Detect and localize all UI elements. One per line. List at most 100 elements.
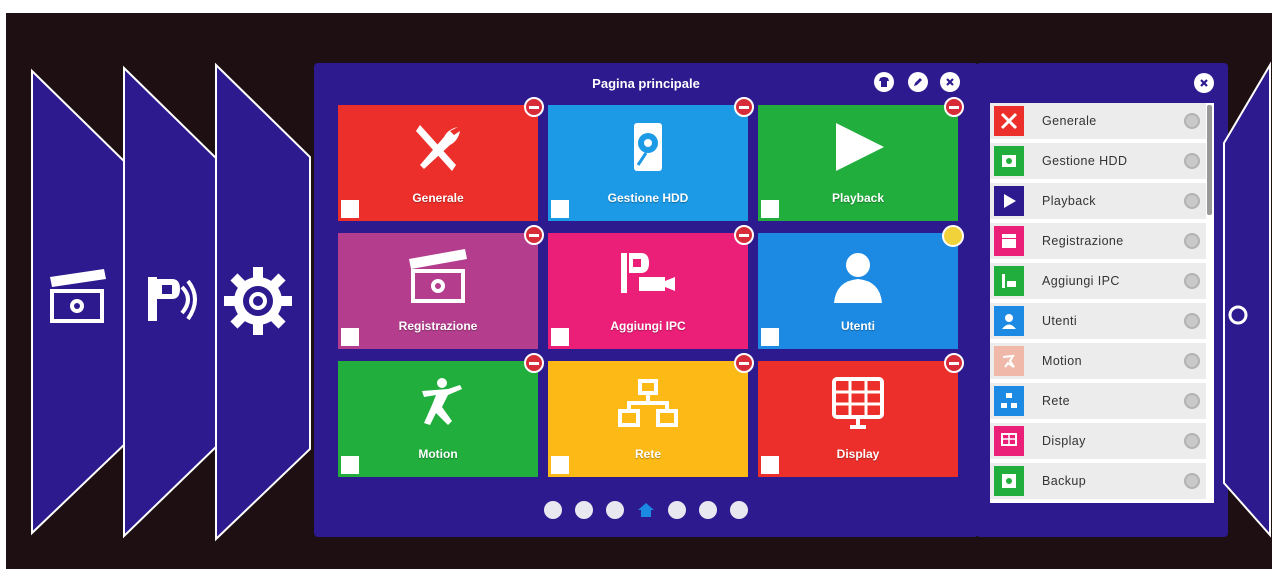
settings-gear-icon[interactable]	[1184, 113, 1200, 129]
hdd-icon	[994, 146, 1024, 176]
remove-tile-button[interactable]	[944, 353, 964, 373]
tile-rete[interactable]: Rete	[548, 353, 754, 477]
list-item-label: Gestione HDD	[1042, 154, 1128, 168]
play-icon	[836, 123, 884, 171]
settings-gear-icon[interactable]	[1184, 313, 1200, 329]
settings-gear-icon[interactable]	[1184, 233, 1200, 249]
page-indicator	[314, 501, 978, 519]
shortcut-icon[interactable]	[761, 200, 779, 218]
tile-gestione-hdd[interactable]: Gestione HDD	[548, 97, 754, 221]
list-item-label: Aggiungi IPC	[1042, 274, 1120, 288]
list-item[interactable]: Backup	[990, 463, 1206, 501]
page-dot[interactable]	[606, 501, 624, 519]
page-dot[interactable]	[730, 501, 748, 519]
list-item-label: Motion	[1042, 354, 1082, 368]
list-item-label: Utenti	[1042, 314, 1078, 328]
tile-label: Rete	[634, 447, 661, 461]
shortcut-icon[interactable]	[341, 328, 359, 346]
settings-gear-icon[interactable]	[1184, 353, 1200, 369]
pencil-icon	[914, 78, 922, 86]
tile-label: Motion	[418, 447, 458, 461]
remove-tile-button[interactable]	[734, 225, 754, 245]
tile-label: Aggiungi IPC	[610, 319, 686, 333]
zoom-icon[interactable]	[942, 225, 964, 247]
page-dot[interactable]	[544, 501, 562, 519]
settings-gear-icon[interactable]	[1184, 273, 1200, 289]
tile-aggiungi-ipc[interactable]: Aggiungi IPC	[548, 225, 754, 349]
remove-tile-button[interactable]	[524, 353, 544, 373]
remove-tile-button[interactable]	[524, 225, 544, 245]
shortcut-icon[interactable]	[761, 456, 779, 474]
list-item[interactable]: Playback	[990, 183, 1206, 221]
list-scrollbar[interactable]	[1207, 105, 1212, 215]
right-edge-panel	[1222, 13, 1272, 569]
list-item[interactable]: Registrazione	[990, 223, 1206, 261]
shortcut-icon[interactable]	[551, 328, 569, 346]
shortcut-icon[interactable]	[761, 328, 779, 346]
shortcut-icon[interactable]	[341, 456, 359, 474]
close-icon	[1200, 79, 1208, 87]
right-edge-graphic	[1223, 61, 1271, 538]
ipc-camera-icon	[621, 253, 675, 293]
settings-gear-icon[interactable]	[1184, 433, 1200, 449]
tools-icon	[416, 125, 460, 171]
settings-gear-icon[interactable]	[1184, 393, 1200, 409]
list-item-label: Registrazione	[1042, 234, 1124, 248]
edit-button[interactable]	[908, 72, 928, 92]
shirt-icon	[879, 77, 889, 87]
tile-playback[interactable]: Playback	[758, 97, 964, 221]
tile-label: Utenti	[841, 319, 875, 333]
shortcut-icon[interactable]	[551, 456, 569, 474]
home-page-icon[interactable]	[637, 501, 655, 519]
play-icon	[994, 186, 1024, 216]
running-man-icon	[994, 346, 1024, 376]
list-item[interactable]: Display	[990, 423, 1206, 461]
tile-utenti[interactable]: Utenti	[758, 225, 964, 349]
remove-tile-button[interactable]	[524, 97, 544, 117]
tile-label: Registrazione	[398, 319, 478, 333]
tile-motion[interactable]: Motion	[338, 353, 544, 477]
settings-gear-icon[interactable]	[1184, 473, 1200, 489]
tile-label: Playback	[831, 191, 885, 205]
list-item[interactable]: Gestione HDD	[990, 143, 1206, 181]
main-menu-window: Pagina principale Generale Gestione HDD	[314, 63, 978, 537]
page-dot[interactable]	[699, 501, 717, 519]
list-close-button[interactable]	[1194, 73, 1214, 93]
close-button[interactable]	[940, 72, 960, 92]
display-grid-icon	[832, 377, 884, 429]
list-item[interactable]: Motion	[990, 343, 1206, 381]
side-panels	[6, 13, 326, 569]
page-dot[interactable]	[575, 501, 593, 519]
page-dot[interactable]	[668, 501, 686, 519]
running-man-icon	[422, 378, 462, 425]
clapper-icon	[994, 226, 1024, 256]
tools-icon	[994, 106, 1024, 136]
list-item[interactable]: Generale	[990, 103, 1206, 141]
tile-registrazione[interactable]: Registrazione	[338, 225, 544, 349]
tile-display[interactable]: Display	[758, 353, 964, 477]
list-item[interactable]: Rete	[990, 383, 1206, 421]
close-icon	[946, 78, 954, 86]
remove-tile-button[interactable]	[944, 97, 964, 117]
user-icon	[834, 253, 882, 303]
shortcut-icon[interactable]	[551, 200, 569, 218]
dvr-screen: Pagina principale Generale Gestione HDD	[6, 13, 1272, 569]
skin-button[interactable]	[874, 72, 894, 92]
shortcut-icon[interactable]	[341, 200, 359, 218]
network-icon	[618, 379, 678, 427]
tile-label: Generale	[412, 191, 464, 205]
tile-label: Gestione HDD	[607, 191, 689, 205]
display-grid-icon	[994, 426, 1024, 456]
settings-gear-icon[interactable]	[1184, 193, 1200, 209]
shortcut-list-window: Generale Gestione HDD Playback Registraz…	[976, 63, 1228, 537]
clapper-icon	[409, 249, 467, 303]
list-item-label: Backup	[1042, 474, 1087, 488]
list-item[interactable]: Aggiungi IPC	[990, 263, 1206, 301]
list-item-label: Display	[1042, 434, 1086, 448]
remove-tile-button[interactable]	[734, 353, 754, 373]
remove-tile-button[interactable]	[734, 97, 754, 117]
settings-gear-icon[interactable]	[1184, 153, 1200, 169]
tile-generale[interactable]: Generale	[338, 97, 544, 221]
list-item[interactable]: Utenti	[990, 303, 1206, 341]
user-icon	[994, 306, 1024, 336]
